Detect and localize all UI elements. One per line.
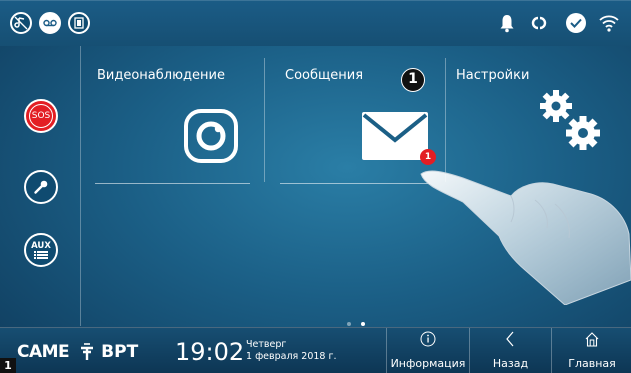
- home-label: Главная: [568, 357, 616, 370]
- status-bar: [0, 0, 631, 46]
- antenna-icon: [81, 343, 94, 360]
- figure-number: 1: [0, 358, 16, 373]
- tile-label: Настройки: [456, 68, 530, 83]
- check-icon: [566, 13, 586, 33]
- callout-number: 1: [401, 68, 425, 92]
- home-button[interactable]: Главная: [551, 328, 631, 373]
- sidebar: SOS AUX: [0, 46, 81, 326]
- brand-bpt: BPT: [101, 342, 139, 362]
- bell-icon[interactable]: [499, 13, 515, 33]
- wifi-icon: [599, 15, 619, 32]
- date-block: Четверг 1 февраля 2018 г.: [246, 339, 337, 363]
- sos-button[interactable]: SOS: [24, 99, 58, 133]
- aux-button[interactable]: AUX: [24, 233, 58, 267]
- do-not-disturb-icon[interactable]: [10, 12, 32, 34]
- brand-logo: CAME BPT: [17, 342, 138, 362]
- clock-time: 19:02: [175, 338, 245, 366]
- list-icon: [34, 250, 48, 259]
- info-label: Информация: [390, 357, 466, 370]
- link-icon[interactable]: [529, 14, 549, 32]
- pointing-hand-illustration: [420, 170, 631, 305]
- home-icon: [585, 332, 599, 347]
- key-button[interactable]: [24, 170, 58, 204]
- door-open-icon[interactable]: [68, 12, 90, 34]
- back-button[interactable]: Назад: [469, 328, 551, 373]
- key-icon: [34, 180, 48, 194]
- page-indicator-dot[interactable]: [347, 322, 351, 326]
- tile-label: Видеонаблюдение: [97, 68, 225, 83]
- chevron-left-icon: [506, 331, 514, 347]
- tile-label: Сообщения: [285, 68, 364, 83]
- info-icon: [420, 331, 436, 347]
- weekday: Четверг: [246, 339, 287, 350]
- camera-icon: [184, 109, 238, 163]
- brand-came: CAME: [17, 342, 70, 362]
- page-indicator-dot-active[interactable]: [361, 322, 365, 326]
- gears-icon: [540, 90, 600, 150]
- voicemail-icon[interactable]: [39, 12, 61, 34]
- bottom-bar: 1 CAME BPT 19:02 Четверг 1 февраля 2018 …: [0, 327, 631, 373]
- aux-label: AUX: [31, 240, 51, 251]
- sos-label: SOS: [31, 111, 51, 121]
- info-button[interactable]: Информация: [386, 328, 469, 373]
- envelope-icon: [362, 112, 428, 160]
- date: 1 февраля 2018 г.: [246, 351, 337, 362]
- tile-video-surveillance[interactable]: Видеонаблюдение: [81, 58, 264, 184]
- back-label: Назад: [492, 357, 529, 370]
